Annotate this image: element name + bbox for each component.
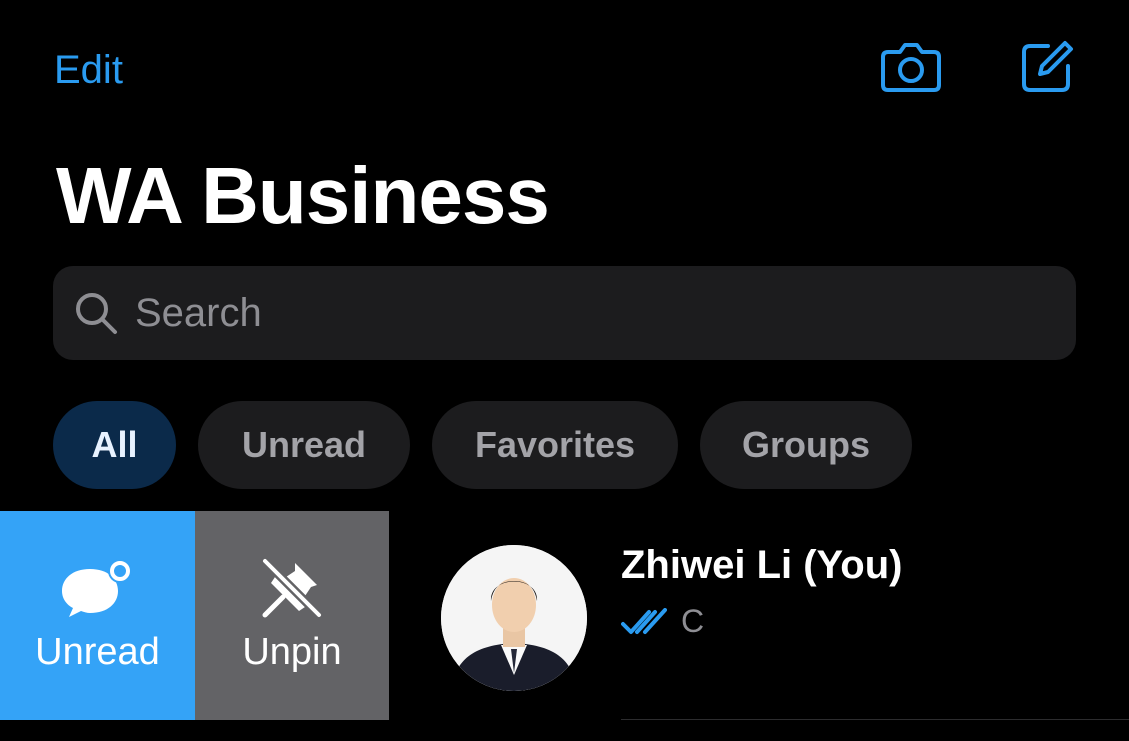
chat-row[interactable]: Zhiwei Li (You) C: [389, 511, 1129, 720]
search-input[interactable]: [133, 282, 1076, 344]
compose-button[interactable]: [1014, 34, 1080, 100]
avatar-photo: [441, 545, 587, 691]
unpin-label: Unpin: [242, 631, 342, 673]
chats-screen: Edit WA Business All Unread Favorites Gr…: [0, 0, 1129, 741]
double-check-icon: [621, 607, 667, 634]
compose-icon: [1022, 41, 1073, 92]
row-divider: [621, 719, 1129, 720]
avatar[interactable]: [441, 545, 587, 691]
unpin-icon: [260, 557, 324, 620]
chat-name: Zhiwei Li (You): [621, 543, 903, 587]
edit-button[interactable]: Edit: [54, 46, 123, 94]
filter-chip-favorites[interactable]: Favorites: [432, 401, 678, 489]
chat-preview: C: [621, 603, 704, 640]
search-icon: [76, 293, 117, 334]
mark-unread-action[interactable]: Unread: [0, 511, 195, 720]
page-title: WA Business: [56, 151, 550, 240]
camera-button[interactable]: [878, 34, 944, 100]
filter-chip-unread[interactable]: Unread: [198, 401, 410, 489]
filter-chip-groups[interactable]: Groups: [700, 401, 912, 489]
mark-unread-label: Unread: [35, 631, 160, 673]
unread-chat-icon: [61, 559, 132, 617]
filter-chips: All Unread Favorites Groups: [53, 401, 912, 489]
chat-preview-text: C: [681, 603, 705, 639]
search-bar[interactable]: [53, 266, 1076, 360]
camera-icon: [881, 43, 941, 92]
filter-chip-all[interactable]: All: [53, 401, 176, 489]
unpin-action[interactable]: Unpin: [195, 511, 389, 720]
